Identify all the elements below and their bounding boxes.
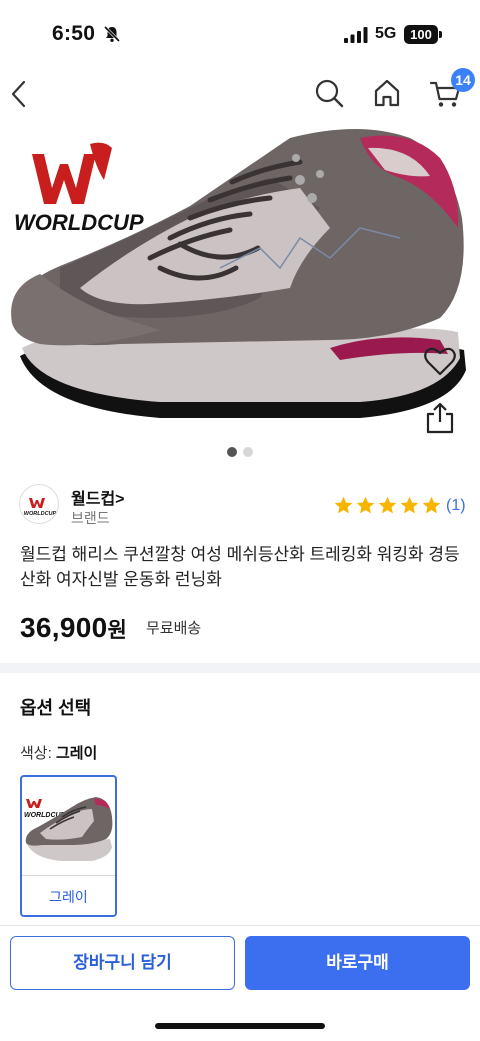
signal-icon (344, 27, 368, 43)
color-swatch-gray[interactable]: WORLDCUP 그레이 (20, 775, 117, 917)
bell-slash-icon (103, 25, 121, 43)
home-icon[interactable] (370, 76, 404, 110)
shipping-label: 무료배송 (146, 620, 202, 637)
star-icon (400, 496, 419, 514)
status-time: 6:50 (52, 22, 96, 45)
search-icon[interactable] (312, 76, 346, 110)
star-icon (422, 496, 441, 514)
star-icon (334, 496, 353, 514)
cart-count-badge: 14 (451, 68, 475, 92)
battery-icon: 100 (404, 25, 438, 44)
carousel-dot[interactable] (227, 447, 237, 457)
network-label: 5G (375, 25, 397, 42)
color-selection-label: 색상: 그레이 (20, 745, 98, 762)
bottom-bar-divider (0, 925, 480, 926)
logo-text: WORLDCUP (14, 210, 144, 235)
swatch-shoe-image: WORLDCUP (24, 797, 113, 861)
product-image-carousel[interactable]: WORLDCUP (0, 118, 480, 433)
carousel-dot[interactable] (243, 447, 253, 457)
product-title: 월드컵 해리스 쿠션깔창 여성 메쉬등산화 트레킹화 워킹화 경등산화 여자신발… (20, 545, 460, 589)
heart-icon[interactable] (422, 344, 458, 378)
chevron-right-icon: > (115, 491, 125, 508)
home-indicator[interactable] (155, 1023, 325, 1029)
product-price: 36,900원 (20, 612, 128, 643)
battery-tip (439, 31, 442, 38)
section-divider (0, 663, 480, 673)
chevron-left-icon[interactable] (8, 76, 30, 112)
brand-logo-text: WORLDCUP (24, 511, 57, 517)
buy-now-button[interactable]: 바로구매 (245, 936, 470, 990)
hiking-shoe-image: WORLDCUP (11, 129, 466, 418)
star-icon (378, 496, 397, 514)
worldcup-logo: WORLDCUP (14, 142, 144, 235)
status-bar: 6:50 5G 100 (0, 0, 480, 66)
swatch-label: 그레이 (49, 889, 88, 905)
rating-stars (333, 495, 442, 517)
swatch-divider (22, 875, 115, 876)
review-count-link[interactable]: (1) (446, 497, 466, 515)
brand-logo[interactable]: WORLDCUP (19, 484, 59, 524)
star-icon (356, 496, 375, 514)
add-to-cart-button[interactable]: 장바구니 담기 (10, 936, 235, 990)
brand-name[interactable]: 월드컵> (71, 485, 125, 509)
options-title: 옵션 선택 (20, 698, 92, 718)
top-nav: 14 (0, 66, 480, 118)
carousel-indicator (0, 444, 480, 462)
share-icon[interactable] (424, 400, 456, 436)
brand-type-label: 브랜드 (71, 510, 110, 526)
